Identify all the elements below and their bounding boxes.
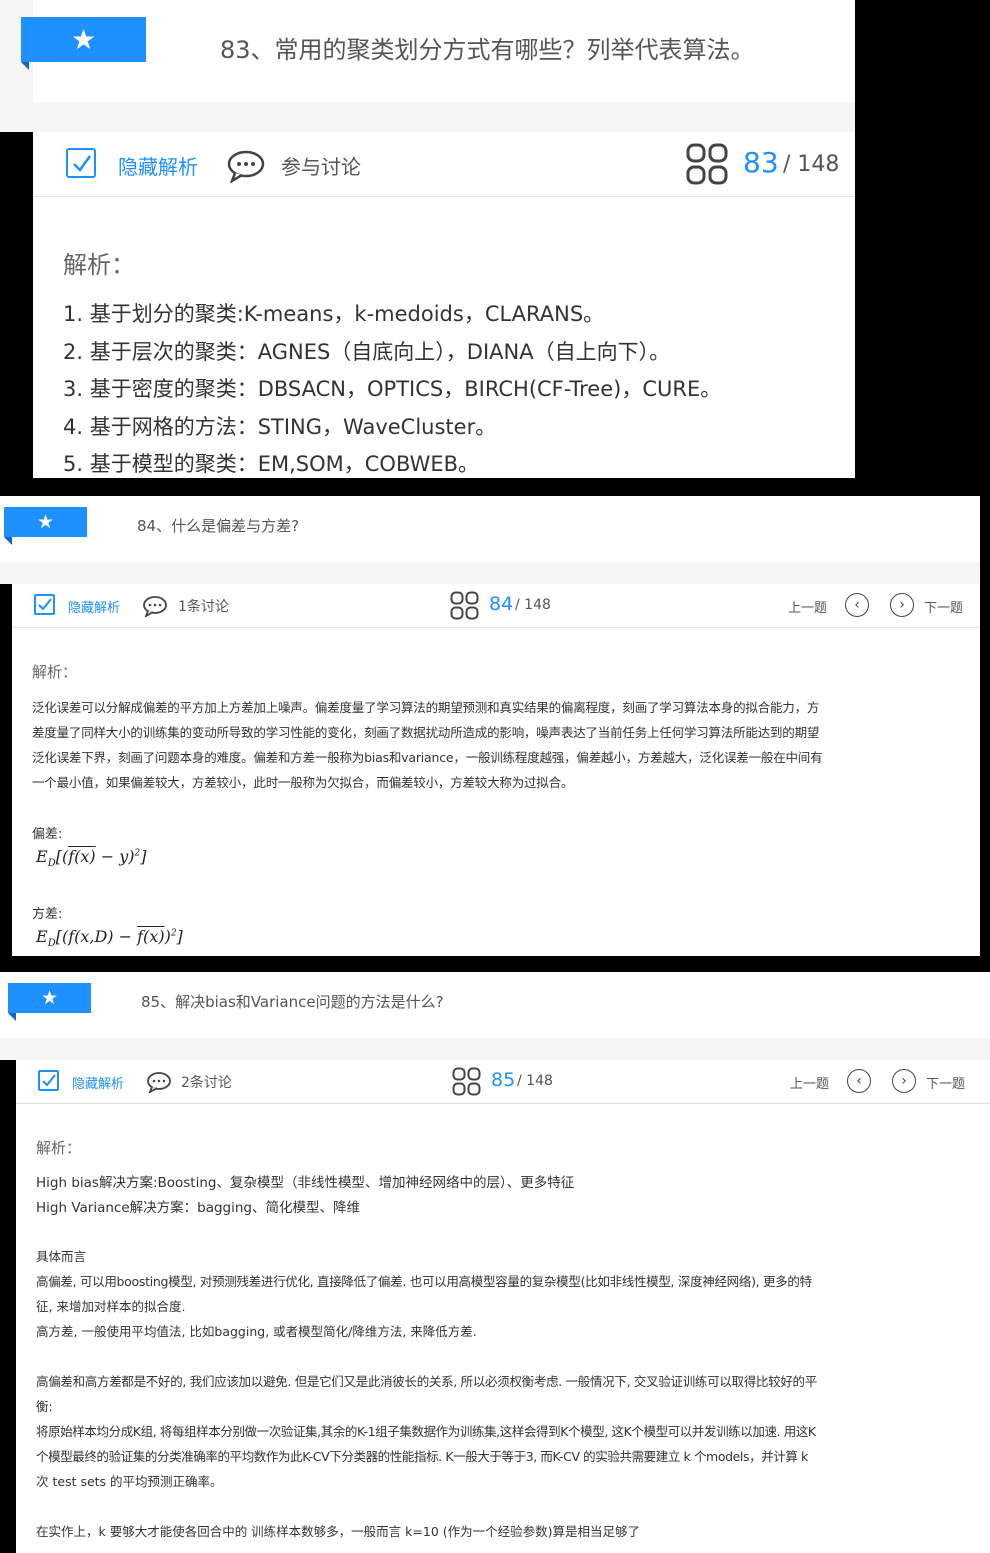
q84-next-button[interactable]: 下一题: [924, 597, 963, 616]
q85-next-button[interactable]: 下一题: [926, 1073, 965, 1092]
q83-total: / 148: [783, 152, 840, 177]
comment-icon[interactable]: [142, 595, 168, 621]
star-icon: ★: [70, 22, 97, 56]
chevron-left-icon[interactable]: ‹: [847, 1069, 871, 1093]
q85-text-line: 具体而言: [36, 1249, 87, 1264]
q84-discuss-button[interactable]: 1条讨论: [178, 596, 229, 616]
q84-analysis-label: 解析：: [32, 663, 78, 681]
grid-icon[interactable]: [686, 143, 728, 189]
checkbox-icon[interactable]: [34, 594, 55, 615]
q85-text-line: 高方差, 一般使用平均值法, 比如bagging, 或者模型简化/降维方法, 来…: [36, 1324, 477, 1339]
q84-total: / 148: [515, 597, 551, 613]
q83-item: 4. 基于网格的方法：STING，WaveCluster。: [63, 415, 497, 439]
q85-text-line: 衡:: [36, 1399, 53, 1414]
q85-discuss-button[interactable]: 2条讨论: [181, 1072, 232, 1092]
q84-current-number: 84: [489, 593, 514, 615]
q83-item: 1. 基于划分的聚类:K-means，k-medoids，CLARANS。: [63, 302, 605, 326]
star-icon: ★: [40, 986, 59, 1009]
q85-text-line: 将原始样本均分成K组, 将每组样本分别做一次验证集,其余的K-1组子集数据作为训…: [36, 1424, 816, 1439]
q85-text-line: 高偏差和高方差都是不好的, 我们应该加以避免. 但是它们又是此消彼长的关系, 所…: [36, 1374, 817, 1389]
q85-current-number: 85: [491, 1069, 516, 1091]
grid-icon[interactable]: [452, 1067, 481, 1100]
q85-title: 85、解决bias和Variance问题的方法是什么?: [141, 993, 444, 1011]
bias-formula: ED[(f(x) − y)2]: [36, 847, 147, 870]
q84-line: 差度量了同样大小的训练集的变动所导致的学习性能的变化，刻画了数据扰动所造成的影响…: [32, 725, 820, 740]
q85-total: / 148: [517, 1073, 553, 1089]
q85-hide-analysis-button[interactable]: 隐藏解析: [72, 1073, 124, 1092]
q84-gap: [0, 562, 980, 584]
chevron-left-icon[interactable]: ‹: [845, 593, 869, 617]
q83-analysis-label: 解析：: [63, 251, 135, 279]
q84-variance-label: 方差:: [32, 907, 63, 922]
q85-toolbar: 隐藏解析 2条讨论 85 / 148 上一题 ‹ › 下一题: [16, 1060, 990, 1104]
q85-favorite-tab[interactable]: ★: [8, 983, 91, 1013]
q83-hide-analysis-button[interactable]: 隐藏解析: [118, 151, 198, 180]
q85-analysis: 解析： High bias解决方案:Boosting、复杂模型（非线性模型、增加…: [16, 1104, 990, 1553]
q84-toolbar: 隐藏解析 1条讨论 84 / 148 上一题 ‹ › 下一题: [12, 584, 980, 628]
q85-text-line: High Variance解决方案：bagging、简化模型、降维: [36, 1200, 360, 1216]
q83-gap: [0, 102, 855, 132]
comment-icon[interactable]: [146, 1071, 172, 1097]
q84-favorite-tab[interactable]: ★: [4, 507, 87, 537]
q83-item: 5. 基于模型的聚类：EM,SOM，COBWEB。: [63, 452, 480, 476]
q83-title: 83、常用的聚类划分方式有哪些？列举代表算法。: [220, 36, 755, 64]
q85-text-line: 个模型最终的验证集的分类准确率的平均数作为此K-CV下分类器的性能指标. K一般…: [36, 1449, 808, 1464]
q85-text-line: 次 test sets 的平均预测正确率。: [36, 1474, 223, 1489]
q84-line: 一个最小值，如果偏差较大，方差较小，此时一般称为欠拟合，而偏差较小，方差较大称为…: [32, 775, 574, 790]
grid-icon[interactable]: [450, 591, 479, 624]
q85-text-line: 高偏差, 可以用boosting模型, 对预测残差进行优化, 直接降低了偏差. …: [36, 1274, 812, 1289]
checkbox-icon[interactable]: [66, 148, 96, 178]
q83-toolbar: 隐藏解析 参与讨论 83 / 148: [33, 132, 855, 197]
q84-bias-label: 偏差:: [32, 827, 63, 842]
q83-favorite-tab[interactable]: ★: [21, 17, 146, 62]
q84-hide-analysis-button[interactable]: 隐藏解析: [68, 597, 120, 616]
q83-item: 2. 基于层次的聚类：AGNES（自底向上），DIANA（自上向下）。: [63, 340, 671, 364]
chevron-right-icon[interactable]: ›: [892, 1069, 916, 1093]
q85-text-line: 征, 来增加对样本的拟合度.: [36, 1299, 186, 1314]
q85-analysis-label: 解析：: [36, 1139, 82, 1157]
q85-prev-button[interactable]: 上一题: [790, 1073, 829, 1092]
q84-line: 泛化误差可以分解成偏差的平方加上方差加上噪声。偏差度量了学习算法的期望预测和真实…: [32, 700, 820, 715]
q83-analysis: 解析： 1. 基于划分的聚类:K-means，k-medoids，CLARANS…: [33, 197, 855, 478]
checkbox-icon[interactable]: [38, 1070, 59, 1091]
comment-icon[interactable]: [227, 149, 267, 187]
q85-gap: [0, 1038, 990, 1060]
chevron-right-icon[interactable]: ›: [890, 593, 914, 617]
q84-title: 84、什么是偏差与方差?: [137, 517, 300, 535]
q83-item: 3. 基于密度的聚类：DBSACN，OPTICS，BIRCH(CF-Tree)，…: [63, 377, 722, 401]
q84-prev-button[interactable]: 上一题: [788, 597, 827, 616]
variance-formula: ED[(f(x,D) − f(x))2]: [36, 927, 183, 950]
q83-current-number: 83: [743, 146, 779, 179]
q84-line: 泛化误差下界，刻画了问题本身的难度。偏差和方差一般称为bias和variance…: [32, 750, 823, 765]
q85-text-line: 在实作上，k 要够大才能使各回合中的 训练样本数够多，一般而言 k=10 (作为…: [36, 1524, 641, 1539]
q85-text-line: High bias解决方案:Boosting、复杂模型（非线性模型、增加神经网络…: [36, 1175, 575, 1191]
q83-discuss-button[interactable]: 参与讨论: [281, 151, 361, 180]
q84-analysis: 解析： 泛化误差可以分解成偏差的平方加上方差加上噪声。偏差度量了学习算法的期望预…: [12, 628, 980, 956]
star-icon: ★: [36, 510, 55, 533]
